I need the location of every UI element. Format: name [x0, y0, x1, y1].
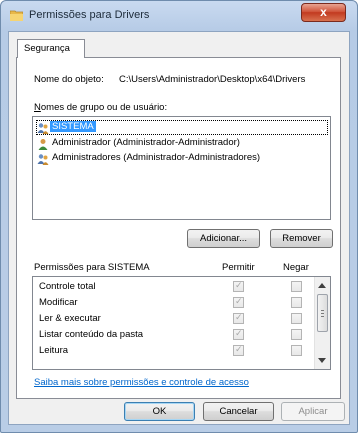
allow-checkbox[interactable] — [233, 296, 244, 308]
grip-icon — [321, 310, 324, 311]
allow-checkbox[interactable] — [233, 328, 244, 340]
list-item-label: SISTEMA — [50, 121, 96, 132]
group-user-list[interactable]: SISTEMA Administrador (Administrador-Adm… — [32, 116, 331, 220]
deny-checkbox[interactable] — [291, 313, 302, 324]
deny-checkbox[interactable] — [291, 297, 302, 308]
user-icon — [38, 139, 48, 150]
list-item-sistema[interactable]: SISTEMA — [36, 120, 328, 135]
permission-label: Listar conteúdo da pasta — [39, 329, 144, 340]
permission-label: Leitura — [39, 345, 69, 356]
permission-row: Modificar — [33, 295, 315, 311]
list-item-administrador[interactable]: Administrador (Administrador-Administrad… — [37, 137, 327, 150]
permission-label: Modificar — [39, 297, 78, 308]
list-item-administradores[interactable]: Administradores (Administrador-Administr… — [37, 152, 327, 165]
deny-checkbox[interactable] — [291, 345, 302, 356]
grip-icon — [321, 313, 324, 314]
tab-security-label: Segurança — [24, 43, 70, 54]
list-item-label: Administrador (Administrador-Administrad… — [52, 137, 240, 148]
permission-row: Listar conteúdo da pasta — [33, 327, 315, 343]
object-name-value: C:\Users\Administrador\Desktop\x64\Drive… — [119, 74, 306, 85]
permissions-scrollbar[interactable] — [314, 277, 330, 369]
permission-row: Controle total — [33, 279, 315, 295]
allow-checkbox[interactable] — [233, 280, 244, 292]
close-icon: x — [320, 5, 327, 19]
window-title: Permissões para Drivers — [29, 9, 150, 21]
tab-security[interactable]: Segurança — [17, 39, 85, 58]
allow-checkbox[interactable] — [233, 344, 244, 356]
allow-column-header: Permitir — [222, 262, 255, 273]
scroll-down-icon[interactable] — [318, 358, 326, 363]
permissions-list: Controle total Modificar Ler & executar … — [32, 276, 331, 370]
title-bar: Permissões para Drivers x — [1, 1, 357, 29]
permission-row: Ler & executar — [33, 311, 315, 327]
apply-button[interactable]: Aplicar — [281, 402, 345, 421]
help-link[interactable]: Saiba mais sobre permissões e controle d… — [34, 377, 249, 388]
users-group-icon — [37, 154, 49, 165]
ok-button[interactable]: OK — [124, 402, 195, 421]
remove-button[interactable]: Remover — [270, 229, 333, 248]
add-button[interactable]: Adicionar... — [187, 229, 260, 248]
deny-checkbox[interactable] — [291, 329, 302, 340]
allow-checkbox[interactable] — [233, 312, 244, 324]
users-group-icon — [37, 123, 49, 134]
close-button[interactable]: x — [301, 3, 346, 22]
scrollbar-thumb[interactable] — [317, 294, 328, 332]
group-names-label: Nomes de grupo ou de usuário: — [34, 102, 168, 113]
grip-icon — [321, 316, 324, 317]
folder-icon — [10, 10, 23, 21]
object-name-label: Nome do objeto: — [34, 74, 104, 85]
list-item-label: Administradores (Administrador-Administr… — [52, 152, 261, 163]
permissions-for-label: Permissões para SISTEMA — [34, 262, 150, 273]
deny-checkbox[interactable] — [291, 281, 302, 292]
permission-label: Controle total — [39, 281, 96, 292]
permission-label: Ler & executar — [39, 313, 101, 324]
permission-row: Leitura — [33, 343, 315, 359]
cancel-button[interactable]: Cancelar — [203, 402, 274, 421]
deny-column-header: Negar — [283, 262, 309, 273]
scroll-up-icon[interactable] — [318, 283, 326, 288]
